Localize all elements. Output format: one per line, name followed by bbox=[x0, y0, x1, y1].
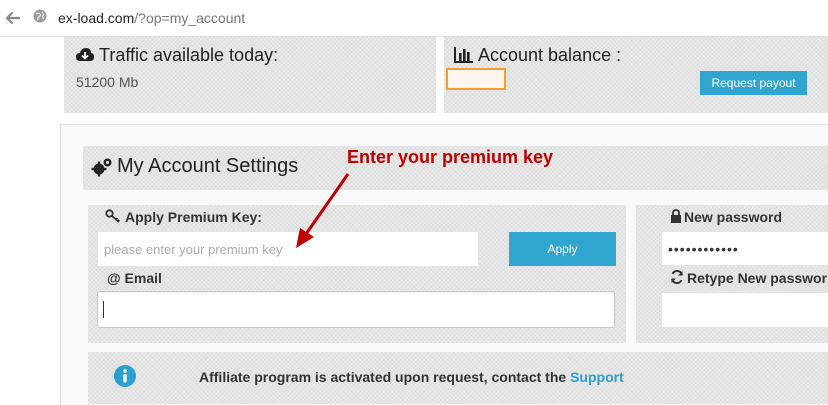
balance-title: Account balance : bbox=[478, 45, 622, 65]
info-icon bbox=[114, 365, 136, 387]
gears-icon bbox=[91, 158, 112, 177]
retype-password-label: Retype New passwor bbox=[687, 270, 828, 286]
email-input[interactable] bbox=[97, 291, 615, 328]
new-password-input[interactable]: •••••••••••• bbox=[661, 231, 828, 266]
text-cursor bbox=[103, 301, 104, 318]
url-path: /?op=my_account bbox=[134, 10, 246, 26]
url-field[interactable]: ex-load.com/?op=my_account bbox=[58, 10, 245, 26]
refresh-icon bbox=[671, 270, 683, 284]
back-arrow-icon[interactable] bbox=[4, 9, 22, 27]
request-payout-button[interactable]: Request payout bbox=[700, 71, 807, 95]
lock-icon bbox=[671, 209, 681, 223]
annotation-text: Enter your premium key bbox=[347, 147, 554, 167]
affiliate-text: Affiliate program is activated upon requ… bbox=[199, 369, 567, 385]
bar-chart-icon bbox=[454, 47, 473, 63]
url-host: ex-load.com bbox=[58, 10, 135, 26]
settings-title: My Account Settings bbox=[117, 155, 299, 177]
balance-value bbox=[446, 68, 506, 90]
support-link[interactable]: Support bbox=[570, 369, 624, 385]
browser-address-bar: ex-load.com/?op=my_account bbox=[0, 0, 828, 37]
traffic-title: Traffic available today: bbox=[99, 45, 279, 65]
email-label: @ Email bbox=[107, 270, 162, 286]
annotation-arrow-icon bbox=[296, 173, 350, 248]
apply-button[interactable]: Apply bbox=[509, 232, 616, 266]
affiliate-message: Affiliate program is activated upon requ… bbox=[199, 369, 624, 385]
key-icon bbox=[105, 209, 120, 223]
cloud-download-icon bbox=[76, 48, 94, 61]
globe-icon bbox=[33, 9, 47, 23]
retype-password-input[interactable] bbox=[661, 292, 828, 328]
traffic-value: 51200 Mb bbox=[76, 74, 139, 90]
premium-key-input[interactable] bbox=[97, 231, 479, 267]
new-password-label: New password bbox=[684, 209, 783, 225]
premium-key-label: Apply Premium Key: bbox=[125, 209, 262, 225]
